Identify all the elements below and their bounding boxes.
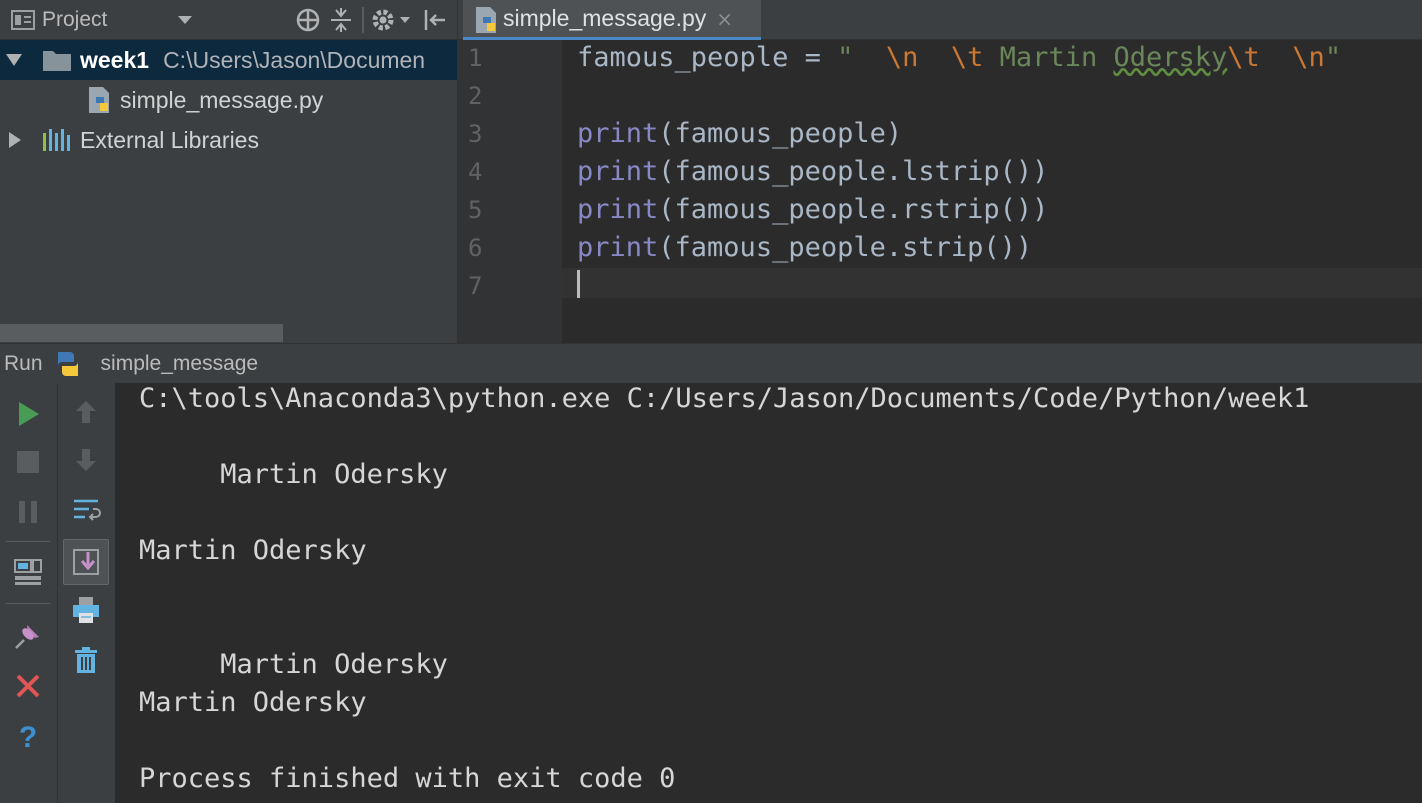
run-console-output[interactable]: C:\tools\Anaconda3\python.exe C:/Users/J… bbox=[116, 383, 1422, 803]
toolbar-divider bbox=[6, 541, 50, 542]
help-icon[interactable]: ? bbox=[9, 717, 47, 755]
console-line: Martin Odersky bbox=[139, 649, 448, 680]
folder-icon bbox=[42, 48, 72, 72]
trash-icon[interactable] bbox=[67, 641, 105, 679]
code-token: print bbox=[577, 156, 659, 187]
tab-label: simple_message.py bbox=[503, 5, 707, 31]
line-number: 4 bbox=[468, 158, 483, 186]
code-line-3[interactable]: print(famous_people) bbox=[577, 118, 902, 149]
scroll-to-end-icon[interactable] bbox=[63, 539, 109, 585]
code-token: \t bbox=[1227, 42, 1260, 73]
run-config-tab[interactable]: simple_message bbox=[101, 352, 259, 376]
stop-icon[interactable] bbox=[9, 443, 47, 481]
editor-tab-bar: simple_message.py × bbox=[458, 0, 1422, 40]
restore-layout-icon[interactable] bbox=[9, 553, 47, 591]
python-file-icon bbox=[473, 5, 501, 39]
line-number: 1 bbox=[468, 44, 483, 72]
header-divider bbox=[362, 7, 364, 33]
rerun-play-icon[interactable] bbox=[9, 395, 47, 433]
code-token: " bbox=[1324, 42, 1342, 73]
project-tool-window: Project week1 C:\Users\Jason\Documen sim… bbox=[0, 0, 457, 343]
tab-simple-message[interactable]: simple_message.py × bbox=[463, 0, 761, 40]
run-toolbar-secondary bbox=[58, 383, 116, 803]
current-line-highlight bbox=[562, 268, 1422, 298]
tree-item-week1[interactable]: week1 C:\Users\Jason\Documen bbox=[0, 40, 457, 80]
line-number-gutter: 1 2 3 4 5 6 7 bbox=[458, 40, 562, 343]
folder-path: C:\Users\Jason\Documen bbox=[163, 46, 426, 73]
arrow-up-icon[interactable] bbox=[67, 393, 105, 431]
code-token: \t bbox=[950, 42, 984, 73]
code-token: \n bbox=[885, 42, 919, 73]
folder-name: week1 bbox=[80, 46, 150, 73]
console-line: Martin Odersky bbox=[139, 459, 448, 490]
console-line: Martin Odersky bbox=[139, 535, 367, 566]
expand-arrow-icon[interactable] bbox=[4, 53, 24, 67]
run-panel-header: Run simple_message bbox=[0, 343, 1422, 383]
project-view-title[interactable]: Project bbox=[42, 8, 107, 32]
code-token: (famous_people.lstrip()) bbox=[658, 156, 1049, 187]
pin-icon[interactable] bbox=[9, 617, 47, 655]
code-line-1[interactable]: famous_people = " \n \t Martin Odersky\t… bbox=[577, 42, 1341, 73]
close-icon[interactable]: × bbox=[716, 7, 733, 31]
python-config-icon bbox=[54, 350, 82, 382]
close-icon[interactable] bbox=[9, 667, 47, 705]
horizontal-scrollbar[interactable] bbox=[0, 324, 283, 342]
code-token: print bbox=[577, 232, 659, 263]
chevron-down-icon[interactable] bbox=[174, 6, 196, 34]
line-number: 3 bbox=[468, 120, 483, 148]
code-token: Martin bbox=[983, 42, 1114, 73]
project-view-icon[interactable] bbox=[8, 6, 38, 34]
file-name: simple_message.py bbox=[120, 86, 324, 113]
hide-panel-icon[interactable] bbox=[420, 6, 448, 34]
code-editor: simple_message.py × 1 2 3 4 5 6 7 famous… bbox=[457, 0, 1422, 343]
soft-wrap-icon[interactable] bbox=[67, 491, 105, 529]
expand-arrow-right-icon[interactable] bbox=[6, 131, 24, 149]
collapse-all-icon[interactable] bbox=[328, 6, 354, 34]
console-line: C:\tools\Anaconda3\python.exe C:/Users/J… bbox=[139, 383, 1310, 414]
line-number: 2 bbox=[468, 82, 483, 110]
run-toolbar-primary: ? bbox=[0, 383, 58, 803]
run-tool-title[interactable]: Run bbox=[4, 352, 43, 376]
tree-item-external-libraries[interactable]: External Libraries bbox=[0, 120, 457, 160]
libraries-label: External Libraries bbox=[80, 126, 259, 153]
code-token: (famous_people) bbox=[658, 118, 903, 149]
pause-icon[interactable] bbox=[9, 493, 47, 531]
code-line-6[interactable]: print(famous_people.strip()) bbox=[577, 232, 1032, 263]
project-header: Project bbox=[0, 0, 457, 40]
console-line: Martin Odersky bbox=[139, 687, 367, 718]
code-line-5[interactable]: print(famous_people.rstrip()) bbox=[577, 194, 1048, 225]
code-token: famous_people = bbox=[577, 42, 838, 73]
svg-text:?: ? bbox=[19, 721, 37, 751]
line-number: 6 bbox=[468, 234, 483, 262]
toolbar-divider bbox=[6, 603, 50, 604]
code-token: (famous_people.rstrip()) bbox=[658, 194, 1049, 225]
code-line-4[interactable]: print(famous_people.lstrip()) bbox=[577, 156, 1048, 187]
gear-icon[interactable] bbox=[370, 6, 414, 34]
line-number: 5 bbox=[468, 196, 483, 224]
library-icon bbox=[42, 127, 72, 153]
print-icon[interactable] bbox=[67, 591, 105, 629]
tree-item-simple-message[interactable]: simple_message.py bbox=[0, 80, 457, 120]
locate-target-icon[interactable] bbox=[294, 6, 322, 34]
code-token: (famous_people.strip()) bbox=[658, 232, 1033, 263]
code-token: print bbox=[577, 118, 659, 149]
code-token: " bbox=[837, 42, 886, 73]
text-caret bbox=[577, 270, 580, 298]
python-file-icon bbox=[86, 85, 114, 115]
console-line: Process finished with exit code 0 bbox=[139, 763, 676, 794]
arrow-down-icon[interactable] bbox=[67, 441, 105, 479]
code-token: \n bbox=[1292, 42, 1325, 73]
code-token: print bbox=[577, 194, 659, 225]
code-token: Odersky bbox=[1113, 42, 1228, 73]
line-number: 7 bbox=[468, 272, 483, 300]
